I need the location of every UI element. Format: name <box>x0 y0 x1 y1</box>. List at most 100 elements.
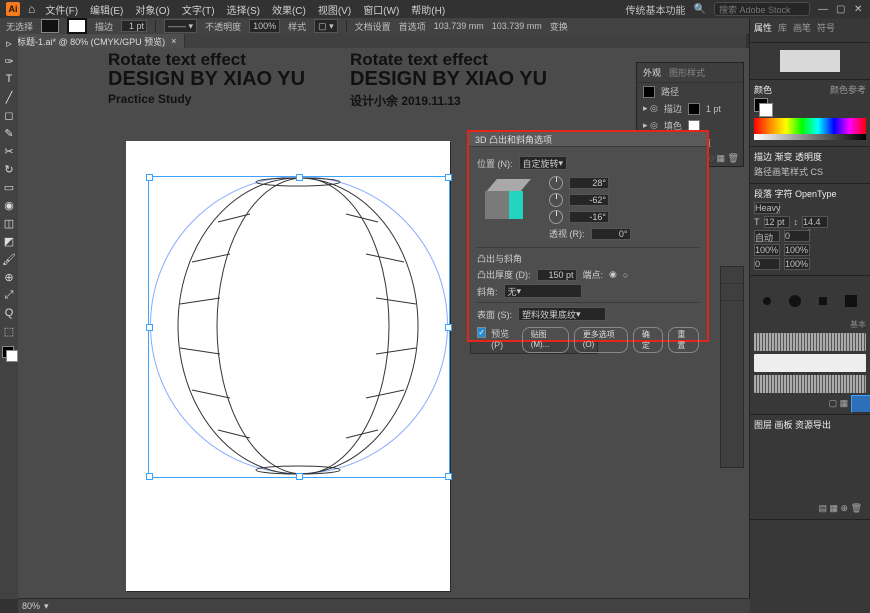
prefs-button[interactable]: 首选项 <box>399 20 426 33</box>
baseline-input[interactable]: 0 <box>754 258 780 270</box>
width-tool[interactable]: ◉ <box>2 198 16 212</box>
grayscale-ramp[interactable] <box>754 134 866 140</box>
search-icon[interactable]: 🔍 <box>694 4 706 15</box>
appearance-tab-graphstyle[interactable]: 图形样式 <box>669 66 705 79</box>
docsetup-button[interactable]: 文档设置 <box>355 20 391 33</box>
menu-object[interactable]: 对象(O) <box>135 2 169 17</box>
menu-type[interactable]: 文字(T) <box>182 2 215 17</box>
appearance-row-path[interactable]: 路径 <box>661 85 679 98</box>
window-minimize-icon[interactable]: — <box>818 4 828 14</box>
stroke-swatch[interactable] <box>67 18 87 34</box>
rotate-y-input[interactable]: -62° <box>569 194 609 206</box>
selection-bounding-box[interactable] <box>148 176 450 478</box>
document-tab-label: 未标题-1.ai* @ 80% (CMYK/GPU 预览) <box>8 35 165 48</box>
menu-file[interactable]: 文件(F) <box>45 2 78 17</box>
art-brush-2[interactable] <box>754 354 866 372</box>
font-family-dropdown[interactable]: Heavy <box>754 202 780 214</box>
extrude-bevel-section-title: 凸出与斜角 <box>477 252 699 265</box>
stroke-weight-input[interactable]: 1 pt <box>121 20 147 32</box>
surface-dropdown[interactable]: 塑料效果底纹 ▾ <box>518 307 606 321</box>
art-brush-3[interactable] <box>754 375 866 393</box>
brush-preset-1[interactable] <box>763 297 771 305</box>
window-close-icon[interactable]: ✕ <box>854 4 864 14</box>
kerning-input[interactable]: 自动 <box>754 230 780 242</box>
home-icon[interactable]: ⌂ <box>28 2 35 16</box>
bevel-label: 斜角: <box>477 285 498 298</box>
scissors-tool[interactable]: ✂ <box>2 144 16 158</box>
mesh-tool[interactable]: ◩ <box>2 234 16 248</box>
position-dropdown[interactable]: 自定旋转 ▾ <box>519 156 568 170</box>
menu-select[interactable]: 选择(S) <box>227 2 260 17</box>
color-panel[interactable]: 颜色 颜色参考 <box>750 80 870 147</box>
hand-tool[interactable]: ⬚ <box>2 324 16 338</box>
menu-view[interactable]: 视图(V) <box>318 2 351 17</box>
window-maximize-icon[interactable]: ▢ <box>836 4 846 14</box>
3d-extrude-bevel-dialog[interactable]: 3D 凸出和斜角选项 位置 (N): 自定旋转 ▾ 28° -62° -16° … <box>467 130 709 342</box>
brush-preset-2[interactable] <box>789 295 801 307</box>
eyedropper-tool[interactable]: 🖌 <box>2 252 16 266</box>
stroke-gradient-panel[interactable]: 描边 渐变 透明度 路径画笔样式 CS <box>750 147 870 184</box>
perspective-input[interactable]: 0° <box>591 228 631 240</box>
art-brush-1[interactable] <box>754 333 866 351</box>
style-dropdown[interactable]: ▢ ▾ <box>314 19 338 33</box>
hscale-input[interactable]: 100% <box>784 244 810 256</box>
rotate-z-input[interactable]: -16° <box>569 211 609 223</box>
document-tab[interactable]: 未标题-1.ai* @ 80% (CMYK/GPU 预览) × <box>0 34 185 48</box>
menu-window[interactable]: 窗口(W) <box>363 2 399 17</box>
layers-panel[interactable]: 图层 画板 资源导出 ▤ ▦ ⊕ 🗑 <box>750 415 870 520</box>
stroke-profile-dropdown[interactable]: —— ▾ <box>164 19 197 33</box>
color-tab[interactable]: 颜色 <box>754 83 772 96</box>
color-spectrum[interactable] <box>754 118 866 134</box>
leading-input[interactable]: 14.4 pt <box>802 216 828 228</box>
preview-checkbox[interactable]: ✓ <box>477 327 486 338</box>
cap-off-icon[interactable]: ○ <box>623 270 628 280</box>
rotate-z-dial[interactable] <box>549 210 563 224</box>
appearance-row-stroke[interactable]: 描边 <box>664 102 682 115</box>
vscale-input[interactable]: 100% <box>754 244 780 256</box>
tracking-input[interactable]: 0 <box>784 230 810 242</box>
color-guide-tab[interactable]: 颜色参考 <box>830 83 866 96</box>
workspace-dropdown[interactable]: 传统基本功能 <box>626 2 686 17</box>
zoom-tool[interactable]: Q <box>2 306 16 320</box>
fill-stroke-swatch[interactable] <box>2 346 16 360</box>
symbol-tool[interactable]: ⊕ <box>2 270 16 284</box>
rotate-x-input[interactable]: 28° <box>569 177 609 189</box>
extrude-depth-input[interactable]: 150 pt <box>537 269 577 281</box>
cap-on-icon[interactable]: ◉ <box>609 269 617 280</box>
search-input[interactable]: 搜索 Adobe Stock <box>714 2 810 16</box>
menu-edit[interactable]: 编辑(E) <box>90 2 123 17</box>
ok-button[interactable]: 确定 <box>633 327 664 353</box>
pen-tool[interactable]: ✑ <box>2 54 16 68</box>
rotate-y-dial[interactable] <box>549 193 563 207</box>
zoom-readout[interactable]: 80% <box>22 601 40 611</box>
bevel-dropdown[interactable]: 无 ▾ <box>504 284 582 298</box>
direct-selection-tool[interactable]: ▹ <box>2 36 16 50</box>
menu-effect[interactable]: 效果(C) <box>272 2 306 17</box>
rotate-tool[interactable]: ↻ <box>2 162 16 176</box>
brush-preset-4[interactable] <box>845 295 857 307</box>
brush-tool[interactable]: ✎ <box>2 126 16 140</box>
top-panel-tabs[interactable]: 属性 库 画笔 符号 <box>754 21 866 34</box>
fontsize-icon: T <box>754 217 760 227</box>
more-options-button[interactable]: 更多选项 (O) <box>574 327 628 353</box>
rectangle-tool[interactable]: ◻ <box>2 108 16 122</box>
reset-button[interactable]: 重置 <box>668 327 699 353</box>
map-art-button[interactable]: 贴图 (M)... <box>522 327 569 353</box>
appearance-tab-appearance[interactable]: 外观 <box>643 66 661 79</box>
artboard-tool[interactable]: ⤢ <box>2 288 16 302</box>
fontsize-input[interactable]: 12 pt <box>764 216 790 228</box>
fill-swatch[interactable] <box>41 19 59 33</box>
brush-preset-3[interactable] <box>819 297 827 305</box>
opacity-char-input[interactable]: 100% <box>784 258 810 270</box>
opacity-input[interactable]: 100% <box>249 19 280 33</box>
character-panel[interactable]: 段落 字符 OpenType Heavy T12 pt ↕14.4 pt 自动 … <box>750 184 870 276</box>
scale-tool[interactable]: ▭ <box>2 180 16 194</box>
tab-close-icon[interactable]: × <box>171 36 176 46</box>
rotate-x-dial[interactable] <box>549 176 563 190</box>
line-tool[interactable]: ╱ <box>2 90 16 104</box>
transform-link[interactable]: 变换 <box>550 20 568 33</box>
rotation-cube[interactable] <box>485 179 535 223</box>
type-tool[interactable]: T <box>2 72 16 86</box>
menu-help[interactable]: 帮助(H) <box>411 2 445 17</box>
shape-builder-tool[interactable]: ◫ <box>2 216 16 230</box>
